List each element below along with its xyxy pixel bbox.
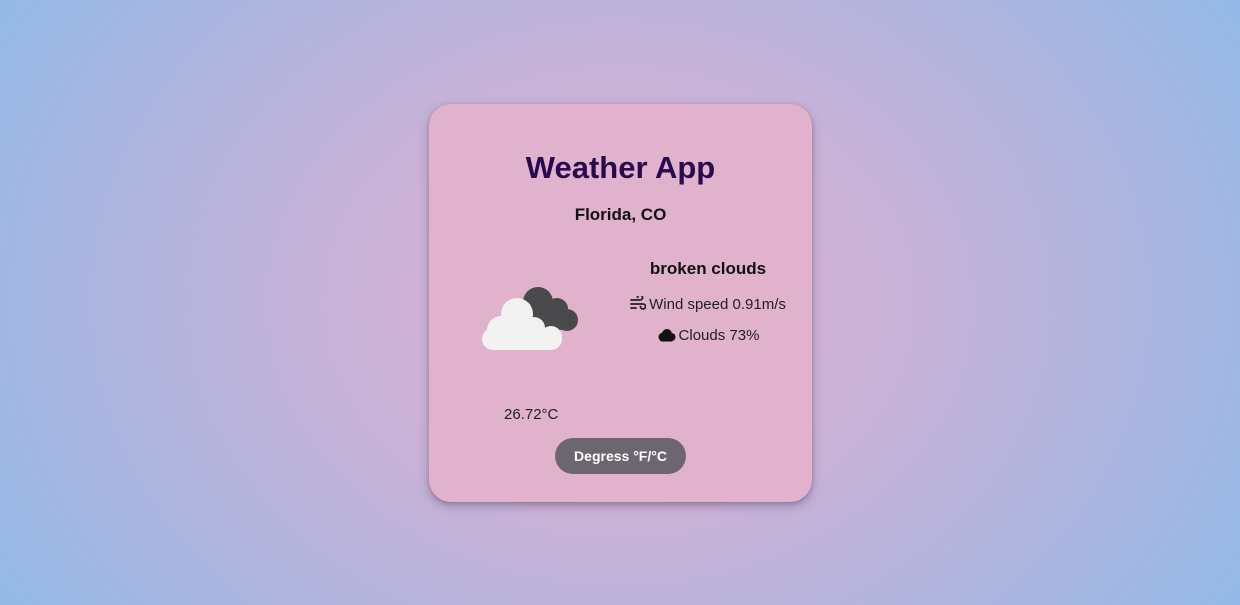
weather-details: broken clouds Wind speed 0.91m/s Clouds xyxy=(619,259,797,357)
clouds-row: Clouds 73% xyxy=(619,326,797,345)
app-title: Weather App xyxy=(525,150,716,185)
wind-speed-row: Wind speed 0.91m/s xyxy=(619,295,797,314)
weather-description: broken clouds xyxy=(649,259,767,278)
cloud-icon xyxy=(658,329,676,342)
temperature-value: 26.72°C xyxy=(504,406,559,423)
broken-clouds-icon xyxy=(482,287,578,350)
unit-toggle-button[interactable]: Degress °F/°C xyxy=(555,438,686,474)
clouds-label: Clouds xyxy=(678,327,726,344)
weather-card: Weather App Florida, CO 26.72°C broken c… xyxy=(429,104,812,502)
wind-icon xyxy=(630,296,647,310)
wind-label: Wind speed xyxy=(649,296,729,313)
clouds-value: 73% xyxy=(729,327,760,344)
location-label: Florida, CO xyxy=(574,205,667,224)
wind-value: 0.91m/s xyxy=(732,296,786,313)
